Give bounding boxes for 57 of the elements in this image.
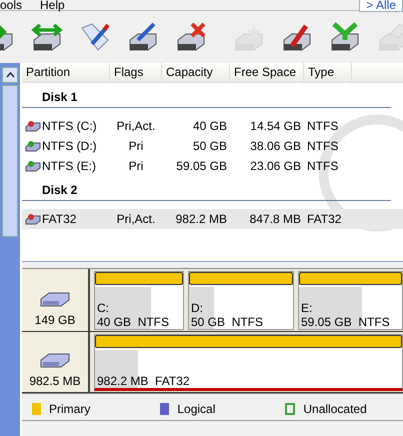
disk-group-title: Disk 2 xyxy=(42,183,78,197)
table-cell: 40 GB xyxy=(192,119,227,133)
table-cell: FAT32 xyxy=(42,212,76,226)
disk-card[interactable]: 149 GB xyxy=(22,269,90,331)
partition-info: 50 GB NTFS xyxy=(191,315,264,329)
column-header[interactable]: Free Space xyxy=(230,63,304,82)
scroll-up-button[interactable] xyxy=(2,67,18,83)
column-header[interactable]: Flags xyxy=(110,63,162,82)
tab[interactable]: > Alle xyxy=(359,0,403,12)
drive-icon xyxy=(40,352,70,368)
partition-letter: E: xyxy=(301,301,314,315)
chevron-up-icon xyxy=(6,72,14,78)
partition-block[interactable]: E: 59.05 GB NTFS xyxy=(298,271,403,330)
table-cell: 14.54 GB xyxy=(250,119,301,133)
table-cell: NTFS (D:) xyxy=(42,139,97,153)
drive-icon xyxy=(40,291,70,307)
column-header[interactable]: Capacity xyxy=(162,63,230,82)
table-cell: Pri xyxy=(128,139,144,153)
table-cell: NTFS (C:) xyxy=(42,119,97,133)
disk-size-label: 982.5 MB xyxy=(29,374,81,388)
table-cell: 847.8 MB xyxy=(250,212,301,226)
disk-size-label: 149 GB xyxy=(34,313,76,327)
legend-label: Primary xyxy=(49,402,90,416)
column-header[interactable]: Partition xyxy=(22,63,110,82)
table-cell: 23.06 GB xyxy=(250,159,301,173)
partition-info: 59.05 GB NTFS xyxy=(301,315,391,329)
partition-row[interactable]: FAT32 Pri,Act. 982.2 MB 847.8 MB FAT32 xyxy=(22,209,403,229)
partition-row[interactable]: NTFS (E:) Pri 59.05 GB 23.06 GB NTFS xyxy=(22,156,403,176)
menu-item[interactable]: ools xyxy=(0,0,22,11)
table-cell: Pri xyxy=(128,159,144,173)
table-cell: 38.06 GB xyxy=(250,139,301,153)
table-cell: NTFS (E:) xyxy=(42,159,96,173)
table-cell: NTFS xyxy=(307,119,338,133)
partition-letter: C: xyxy=(97,301,110,315)
table-cell: 59.05 GB xyxy=(176,159,227,173)
partition-block[interactable]: C: 40 GB NTFS xyxy=(94,271,184,330)
table-cell: Pri,Act. xyxy=(116,212,156,226)
legend-label: Unallocated xyxy=(303,402,367,416)
table-cell: 50 GB xyxy=(192,139,227,153)
partition-row[interactable]: NTFS (C:) Pri,Act. 40 GB 14.54 GB NTFS xyxy=(22,116,403,136)
scrollbar-thumb[interactable] xyxy=(2,85,18,237)
table-cell: FAT32 xyxy=(307,212,342,226)
table-cell: NTFS xyxy=(307,159,338,173)
partition-letter: D: xyxy=(191,301,204,315)
table-cell: 982.2 MB xyxy=(176,212,227,226)
partition-block[interactable]: D: 50 GB NTFS xyxy=(188,271,294,330)
partition-block[interactable]: 982.2 MB FAT32 xyxy=(94,334,403,391)
legend-label: Logical xyxy=(177,402,216,416)
table-cell: NTFS xyxy=(307,139,338,153)
menu-item[interactable]: Help xyxy=(40,0,65,11)
partition-info: 40 GB NTFS xyxy=(97,315,170,329)
disk-card[interactable]: 982.5 MB xyxy=(22,332,90,392)
partition-row[interactable]: NTFS (D:) Pri 50 GB 38.06 GB NTFS xyxy=(22,136,403,156)
disk-group-title: Disk 1 xyxy=(42,90,78,104)
table-cell: Pri,Act. xyxy=(116,119,156,133)
partition-info: 982.2 MB FAT32 xyxy=(97,374,190,388)
column-header[interactable]: Type xyxy=(304,63,352,82)
